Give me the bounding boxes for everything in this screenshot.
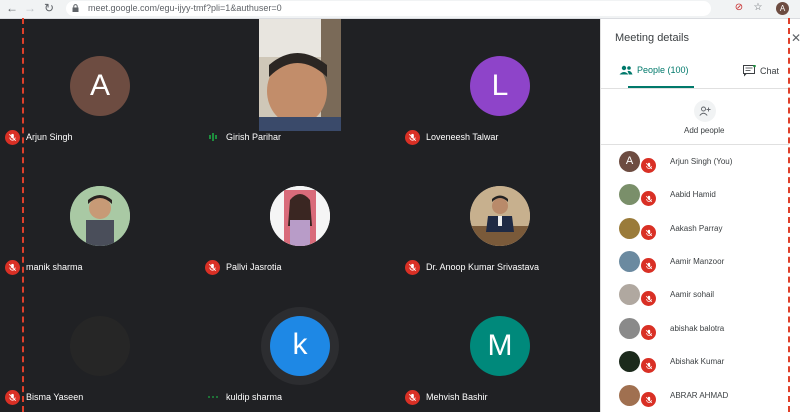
tab-chat[interactable]: Chat — [743, 65, 779, 77]
participant-name: Girish Parihar — [226, 132, 282, 142]
participant-list-avatar — [619, 318, 640, 339]
participant-avatar: A — [70, 56, 130, 116]
divider — [601, 88, 789, 89]
address-bar[interactable]: meet.google.com/egu-ijyy-tmf?pli=1&authu… — [66, 1, 711, 16]
participant-label: Pallvi Jasrotia — [205, 259, 282, 275]
forward-icon[interactable]: → — [23, 1, 37, 15]
participant-label: Loveneesh Talwar — [405, 129, 498, 145]
participant-list-avatar — [619, 218, 640, 239]
reload-icon[interactable]: ↻ — [42, 1, 56, 15]
participant-list-avatar — [619, 385, 640, 406]
participant-name: kuldip sharma — [226, 392, 283, 402]
mic-off-icon — [5, 389, 20, 405]
participant-name: Loveneesh Talwar — [426, 132, 499, 142]
participant-list-item[interactable]: Aakash Parray — [619, 218, 789, 248]
mic-off-icon — [405, 129, 420, 145]
participant-photo — [270, 186, 330, 246]
participant-label: Girish Parihar — [205, 129, 281, 145]
add-people-icon[interactable] — [694, 100, 716, 122]
participant-list-item[interactable]: ABRAR AHMAD — [619, 385, 789, 415]
close-icon[interactable]: ✕ — [791, 31, 800, 45]
participant-list-item[interactable]: Aabid Hamid — [619, 184, 789, 214]
participant-name: Bisma Yaseen — [26, 392, 84, 402]
mic-off-icon — [405, 259, 420, 275]
mic-off-icon — [641, 325, 656, 340]
participant-avatar: M — [470, 316, 530, 376]
divider — [601, 144, 789, 145]
participant-label: kuldip sharma — [205, 389, 282, 405]
meeting-details-panel: Meeting details People (100) Chat Add pe… — [600, 19, 789, 412]
annotation-line — [22, 18, 24, 412]
participant-label: Mehvish Bashir — [405, 389, 488, 405]
participant-list-name: Aakash Parray — [670, 224, 723, 233]
mic-off-icon — [641, 191, 656, 206]
camera-blocked-icon[interactable]: ⊘ — [733, 2, 745, 14]
participant-name: Dr. Anoop Kumar Srivastava — [426, 262, 540, 272]
participant-name: Arjun Singh — [26, 132, 73, 142]
audio-dots-icon — [205, 390, 220, 405]
participant-list-avatar — [619, 184, 640, 205]
mic-off-icon — [405, 389, 420, 405]
chat-icon — [743, 65, 756, 77]
panel-title: Meeting details — [615, 32, 689, 44]
participant-label: Bisma Yaseen — [5, 389, 83, 405]
mic-off-icon — [641, 225, 656, 240]
participant-avatar: L — [470, 56, 530, 116]
participant-photo — [70, 316, 130, 376]
participant-list-avatar — [619, 251, 640, 272]
participant-video — [259, 19, 341, 131]
participant-list-avatar: A — [619, 151, 640, 172]
mic-off-icon — [641, 358, 656, 373]
participant-list-name: Abishak Kumar — [670, 357, 725, 366]
participant-photo — [470, 186, 530, 246]
participant-list-name: ABRAR AHMAD — [670, 391, 729, 400]
participant-name: manik sharma — [26, 262, 83, 272]
mic-off-icon — [641, 258, 656, 273]
participant-list-name: Aabid Hamid — [670, 190, 716, 199]
participant-list-name: Arjun Singh (You) — [670, 157, 733, 166]
participant-list-avatar — [619, 351, 640, 372]
bookmark-star-icon[interactable]: ☆ — [752, 2, 764, 14]
participant-name: Pallvi Jasrotia — [226, 262, 282, 272]
participant-list-name: Aamir sohail — [670, 290, 715, 299]
people-icon — [619, 65, 633, 75]
tab-people[interactable]: People (100) — [619, 65, 689, 75]
back-icon[interactable]: ← — [5, 1, 19, 15]
tab-chat-label: Chat — [760, 66, 780, 76]
participant-avatar: k — [270, 316, 330, 376]
meeting-grid: A Arjun Singh Girish Parihar L Loveneesh… — [0, 19, 600, 412]
profile-avatar[interactable]: A — [776, 2, 789, 15]
lock-icon — [72, 4, 79, 12]
participant-list-name: abishak balotra — [670, 324, 725, 333]
participant-list-avatar — [619, 284, 640, 305]
participant-list-item[interactable]: A Arjun Singh (You) — [619, 151, 789, 181]
tab-people-label: People (100) — [637, 65, 689, 75]
participant-list-item[interactable]: Aamir sohail — [619, 284, 789, 314]
mic-off-icon — [5, 259, 20, 275]
mic-off-icon — [5, 129, 20, 145]
participant-list-item[interactable]: abishak balotra — [619, 318, 789, 348]
participant-list-name: Aamir Manzoor — [670, 257, 725, 266]
video-frame-icon — [259, 19, 341, 131]
mic-off-icon — [641, 291, 656, 306]
participant-name: Mehvish Bashir — [426, 392, 488, 402]
mic-off-icon — [205, 259, 220, 275]
mic-off-icon — [641, 158, 656, 173]
mic-off-icon — [641, 392, 656, 407]
participant-photo — [70, 186, 130, 246]
audio-level-icon — [205, 130, 220, 145]
participant-list-item[interactable]: Abishak Kumar — [619, 351, 789, 381]
browser-toolbar: ← → ↻ meet.google.com/egu-ijyy-tmf?pli=1… — [0, 0, 800, 19]
add-people-button[interactable]: Add people — [684, 126, 724, 135]
participant-label: manik sharma — [5, 259, 83, 275]
participant-label: Dr. Anoop Kumar Srivastava — [405, 259, 539, 275]
participant-label: Arjun Singh — [5, 129, 73, 145]
participant-list-item[interactable]: Aamir Manzoor — [619, 251, 789, 281]
annotation-line — [788, 18, 790, 412]
